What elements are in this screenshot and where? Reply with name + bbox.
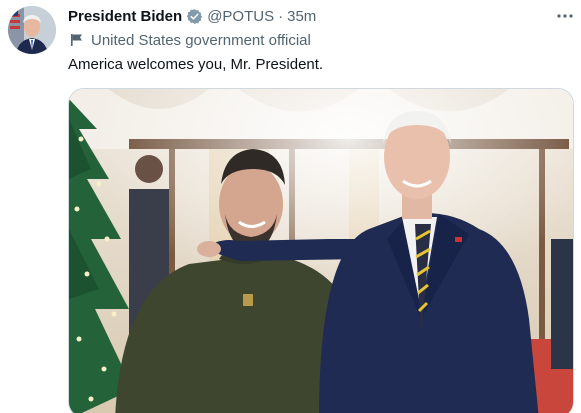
avatar-image: [8, 6, 56, 54]
author-avatar[interactable]: [8, 6, 56, 54]
more-horizontal-icon: [557, 14, 573, 18]
more-options-button[interactable]: [551, 6, 579, 26]
author-handle[interactable]: @POTUS: [207, 8, 274, 25]
affiliation-label: United States government official: [91, 31, 311, 49]
verified-badge-icon: [186, 8, 203, 25]
tweet-text: America welcomes you, Mr. President.: [68, 56, 324, 73]
tweet-timestamp[interactable]: 35m: [287, 8, 316, 25]
media-image: [69, 89, 573, 413]
flag-icon: [70, 33, 84, 47]
author-name[interactable]: President Biden: [68, 8, 182, 25]
affiliation-row: United States government official: [70, 31, 311, 49]
separator-dot: ·: [278, 7, 284, 25]
tweet-media-photo[interactable]: [68, 88, 574, 413]
tweet-header: President Biden @POTUS · 35m: [68, 6, 316, 26]
tweet[interactable]: President Biden @POTUS · 35m United Stat…: [0, 0, 581, 413]
